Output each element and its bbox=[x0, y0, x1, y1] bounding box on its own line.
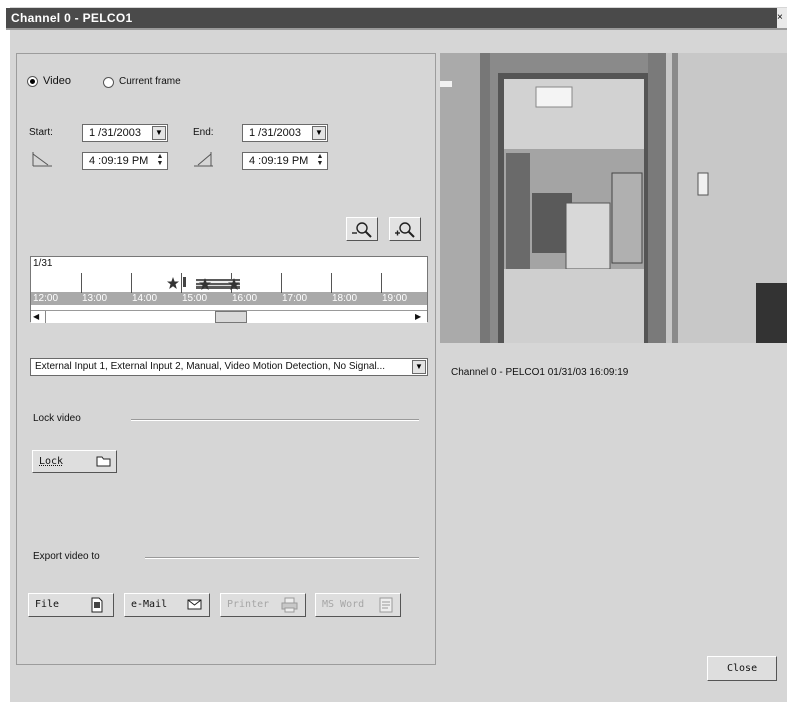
timeline-tick bbox=[281, 273, 282, 293]
export-printer-label: Printer bbox=[227, 599, 270, 610]
end-date-value: 1 /31/2003 bbox=[249, 127, 301, 139]
event-filter-select[interactable]: External Input 1, External Input 2, Manu… bbox=[30, 358, 428, 376]
end-time-value: 4 :09:19 PM bbox=[249, 155, 309, 167]
export-msword-label: MS Word bbox=[322, 599, 365, 610]
video-preview bbox=[440, 53, 787, 343]
title-divider bbox=[6, 28, 787, 30]
title-bar: Channel 0 - PELCO1 bbox=[6, 8, 777, 28]
zoom-in-button[interactable] bbox=[389, 217, 421, 241]
start-date-value: 1 /31/2003 bbox=[89, 127, 141, 139]
timeline-hour-label: 19:00 bbox=[382, 293, 408, 304]
printer-icon bbox=[281, 597, 298, 613]
export-video-label: Export video to bbox=[33, 551, 100, 562]
close-icon[interactable]: × bbox=[777, 8, 787, 28]
timeline-hour-label: 12:00 bbox=[33, 293, 59, 304]
timeline-tick bbox=[331, 273, 332, 293]
end-marker-icon[interactable] bbox=[192, 150, 216, 170]
preview-caption: Channel 0 - PELCO1 01/31/03 16:09:19 bbox=[451, 367, 629, 378]
chevron-down-icon[interactable]: ▼ bbox=[412, 360, 426, 374]
timeline[interactable]: 1/31 12:00 13:00 14:00 15:00 16:00 17:00… bbox=[30, 256, 428, 323]
zoom-out-button[interactable] bbox=[346, 217, 378, 241]
export-video-separator bbox=[145, 557, 419, 559]
lock-video-separator bbox=[131, 419, 419, 421]
chevron-down-icon[interactable]: ▼ bbox=[312, 126, 326, 140]
timeline-hour-label: 14:00 bbox=[132, 293, 158, 304]
timeline-date-label: 1/31 bbox=[33, 258, 53, 269]
zoom-in-icon bbox=[395, 222, 415, 238]
current-frame-radio[interactable] bbox=[103, 77, 114, 88]
scroll-left-icon[interactable]: ◀ bbox=[33, 312, 41, 322]
lock-button[interactable]: Lock bbox=[32, 450, 117, 473]
chevron-down-icon[interactable]: ▼ bbox=[152, 126, 166, 140]
timeline-tick bbox=[131, 273, 132, 293]
timeline-tick bbox=[81, 273, 82, 293]
lock-button-label: Lock bbox=[39, 456, 64, 467]
export-email-label: e-Mail bbox=[131, 599, 168, 610]
export-printer-button[interactable]: Printer bbox=[220, 593, 306, 617]
export-email-button[interactable]: e-Mail bbox=[124, 593, 210, 617]
word-document-icon bbox=[379, 597, 393, 613]
zoom-out-icon bbox=[352, 222, 372, 238]
close-button-label: Close bbox=[727, 663, 758, 674]
export-msword-button[interactable]: MS Word bbox=[315, 593, 401, 617]
video-radio-label[interactable]: Video bbox=[43, 75, 71, 87]
timeline-hour-label: 13:00 bbox=[82, 293, 108, 304]
end-time-spinner[interactable]: ▲ ▼ bbox=[314, 153, 326, 169]
event-filter-value: External Input 1, External Input 2, Manu… bbox=[35, 361, 386, 372]
current-frame-label[interactable]: Current frame bbox=[119, 76, 181, 87]
start-marker-icon[interactable] bbox=[30, 150, 54, 170]
scroll-right-icon[interactable]: ▶ bbox=[415, 312, 425, 322]
scroll-thumb[interactable] bbox=[215, 311, 247, 323]
scroll-left-edge bbox=[45, 311, 46, 323]
window-title: Channel 0 - PELCO1 bbox=[11, 11, 133, 25]
folder-icon bbox=[96, 456, 111, 467]
camera-frame-image bbox=[440, 53, 787, 343]
recorded-events-marks bbox=[167, 277, 240, 290]
export-file-label: File bbox=[35, 599, 60, 610]
start-label: Start: bbox=[29, 127, 53, 138]
export-file-button[interactable]: File bbox=[28, 593, 114, 617]
timeline-hour-label: 17:00 bbox=[282, 293, 308, 304]
close-button[interactable]: Close bbox=[707, 656, 777, 681]
timeline-hour-label: 15:00 bbox=[182, 293, 208, 304]
timeline-scrollbar[interactable]: ◀ ▶ bbox=[31, 310, 427, 323]
end-label: End: bbox=[193, 127, 214, 138]
timeline-hour-label: 18:00 bbox=[332, 293, 358, 304]
start-time-value: 4 :09:19 PM bbox=[89, 155, 149, 167]
file-icon bbox=[91, 597, 103, 613]
start-time-spinner[interactable]: ▲ ▼ bbox=[154, 153, 166, 169]
envelope-icon bbox=[187, 599, 202, 610]
video-radio[interactable] bbox=[27, 76, 38, 87]
timeline-hour-label: 16:00 bbox=[232, 293, 258, 304]
timeline-tick bbox=[381, 273, 382, 293]
lock-video-label: Lock video bbox=[33, 413, 81, 424]
